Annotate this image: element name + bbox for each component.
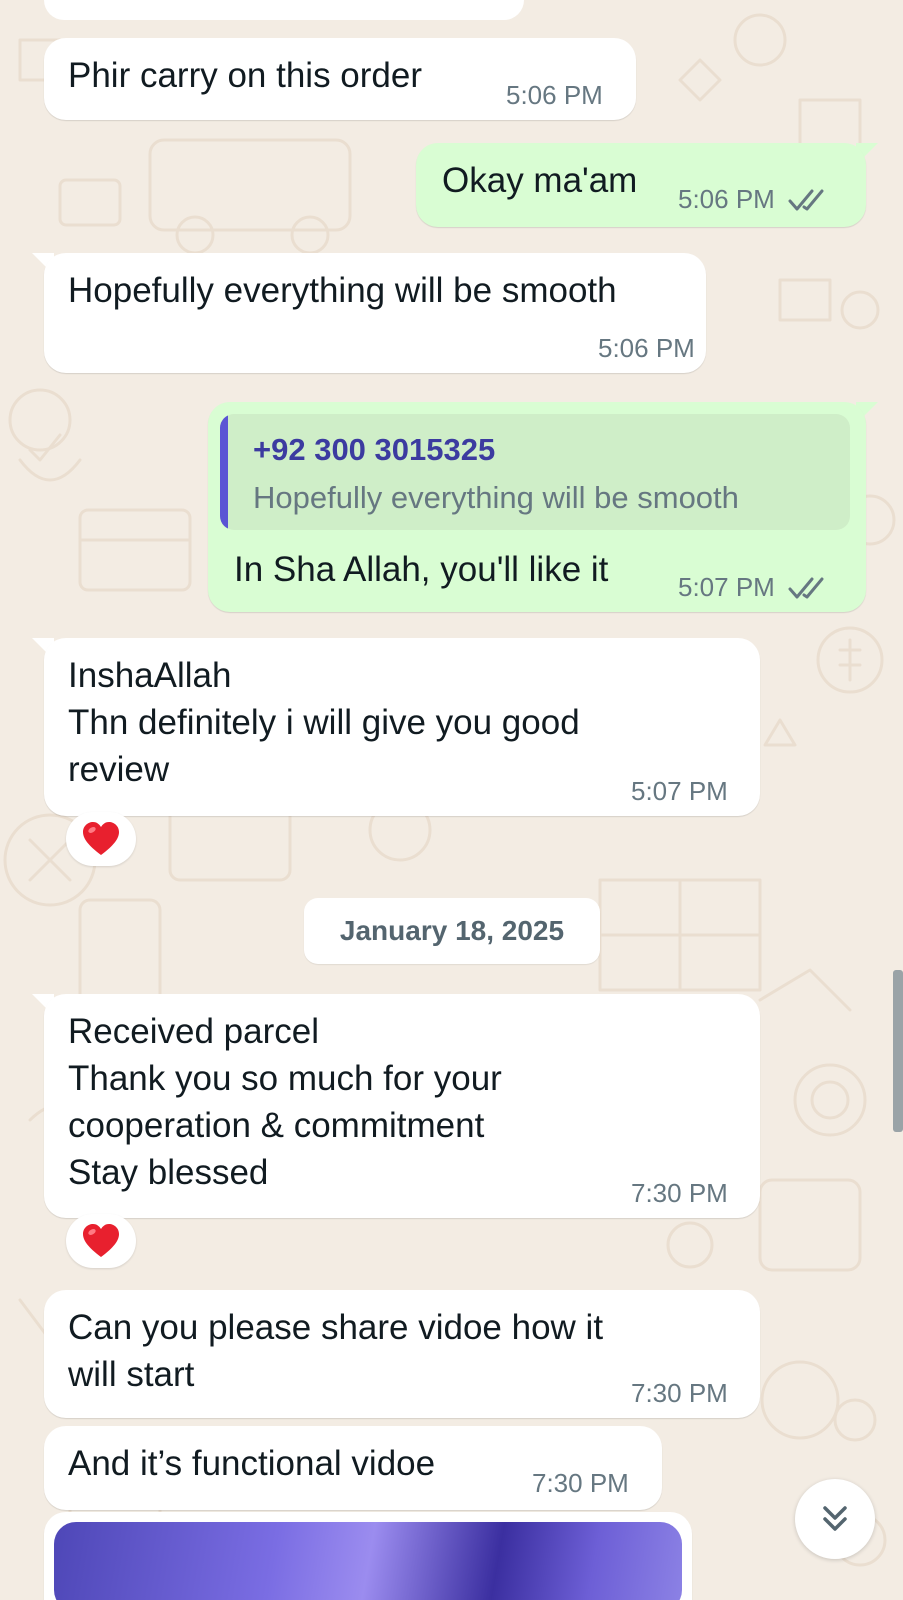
double-chevron-down-icon	[823, 1506, 847, 1531]
incoming-message[interactable]: Phir carry on this order 5:06 PM	[44, 38, 636, 120]
outgoing-message[interactable]: Okay ma'am 5:06 PM	[416, 143, 866, 227]
double-check-icon	[788, 577, 824, 599]
previous-message-bubble	[44, 0, 524, 20]
message-time: 5:06 PM	[598, 333, 695, 363]
message-text: InshaAllah Thn definitely i will give yo…	[68, 656, 580, 789]
red-heart-icon	[83, 1224, 119, 1257]
message-time: 5:07 PM	[678, 572, 775, 602]
message-text: Okay ma'am	[442, 161, 638, 200]
quoted-sender: +92 300 3015325	[253, 432, 496, 467]
message-time: 7:30 PM	[532, 1468, 629, 1498]
message-text: Received parcel Thank you so much for yo…	[68, 1012, 502, 1192]
incoming-message[interactable]: Can you please share vidoe how it will s…	[44, 1290, 760, 1418]
red-heart-icon	[83, 822, 119, 855]
outgoing-reply-message[interactable]: +92 300 3015325 Hopefully everything wil…	[208, 402, 866, 612]
message-time: 7:30 PM	[631, 1378, 728, 1408]
incoming-message[interactable]: Hopefully everything will be smooth 5:06…	[44, 253, 706, 373]
message-time: 5:06 PM	[678, 184, 775, 214]
scrollbar-thumb[interactable]	[893, 970, 903, 1132]
message-reaction[interactable]	[66, 1214, 136, 1268]
message-text: Phir carry on this order	[68, 56, 423, 95]
quoted-message[interactable]: +92 300 3015325 Hopefully everything wil…	[220, 414, 850, 530]
incoming-message[interactable]: And it’s functional vidoe 7:30 PM	[44, 1426, 662, 1510]
message-text: Can you please share vidoe how it will s…	[68, 1308, 604, 1394]
date-separator: January 18, 2025	[304, 898, 600, 964]
message-time: 5:07 PM	[631, 776, 728, 806]
message-text: Hopefully everything will be smooth	[68, 271, 617, 310]
scroll-to-bottom-button[interactable]	[795, 1479, 875, 1559]
incoming-message[interactable]: InshaAllah Thn definitely i will give yo…	[44, 638, 760, 816]
quote-accent-bar	[220, 414, 228, 530]
incoming-message[interactable]: Received parcel Thank you so much for yo…	[44, 994, 760, 1218]
quoted-text: Hopefully everything will be smooth	[253, 480, 739, 515]
message-time: 5:06 PM	[506, 80, 603, 110]
message-text: And it’s functional vidoe	[68, 1444, 436, 1483]
message-text: In Sha Allah, you'll like it	[234, 550, 609, 589]
video-thumbnail[interactable]	[54, 1522, 682, 1600]
message-time: 7:30 PM	[631, 1178, 728, 1208]
message-reaction[interactable]	[66, 812, 136, 866]
double-check-icon	[788, 189, 824, 211]
